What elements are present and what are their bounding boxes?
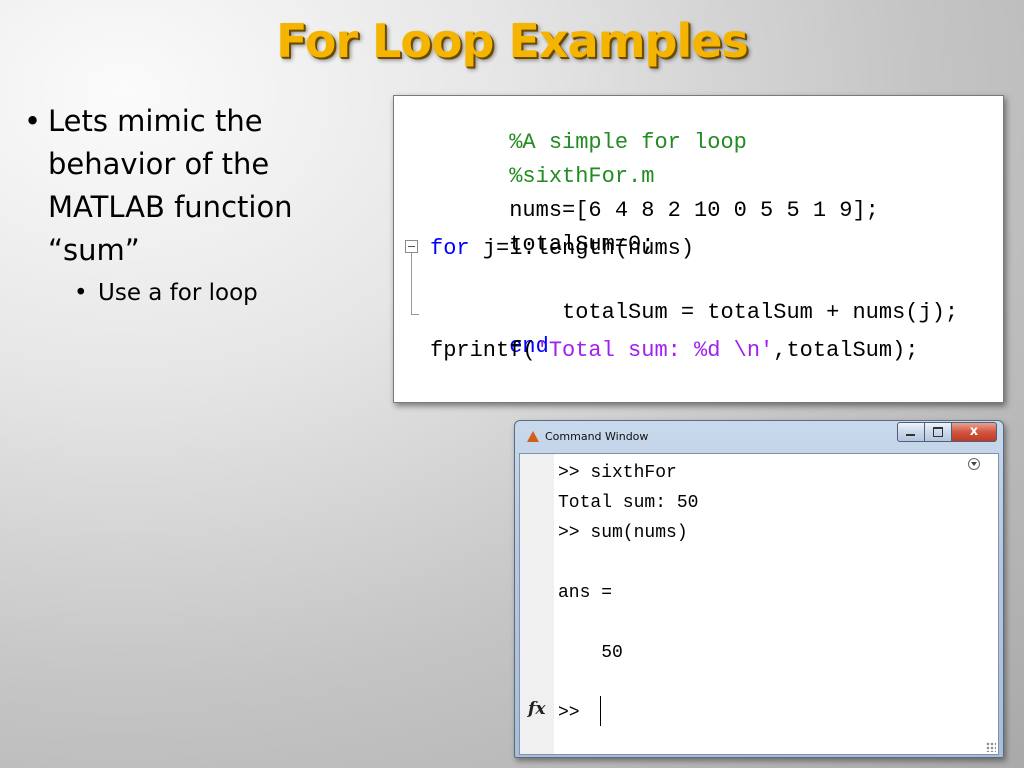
code-line: fprintf('Total sum: %d \n',totalSum);	[430, 336, 919, 366]
command-line: 50	[558, 643, 623, 663]
window-controls: x	[897, 422, 997, 442]
command-line: Total sum: 50	[558, 493, 699, 513]
code-text: ,totalSum);	[773, 338, 919, 363]
window-title: Command Window	[545, 430, 649, 443]
minimize-button[interactable]	[897, 422, 925, 442]
bullet-line: MATLAB function	[48, 190, 293, 224]
command-line: ans =	[558, 583, 613, 603]
fold-guide	[411, 253, 412, 315]
command-prompt[interactable]: >>	[558, 702, 590, 724]
command-line: >> sixthFor	[558, 463, 677, 483]
options-dropdown-icon[interactable]	[968, 458, 980, 470]
bullet-line: behavior of the	[48, 147, 270, 181]
fold-guide-end	[411, 314, 419, 315]
resize-grip-icon[interactable]	[986, 742, 996, 752]
matlab-logo-icon	[527, 431, 539, 442]
minimize-icon	[906, 434, 915, 436]
code-keyword: for	[430, 236, 470, 261]
function-browser-icon[interactable]: fx	[528, 699, 545, 719]
sub-bullet-item: • Use a for loop	[22, 276, 352, 310]
code-text: fprintf(	[430, 338, 536, 363]
maximize-button[interactable]	[924, 422, 952, 442]
command-window-titlebar[interactable]: Command Window x	[515, 421, 1003, 451]
bullet-item: • Lets mimic the behavior of the MATLAB …	[22, 100, 352, 272]
code-text: j=1:length(nums)	[469, 236, 695, 261]
bullet-dot-icon: •	[24, 104, 42, 138]
bullet-line: “sum”	[48, 233, 140, 267]
bullet-line: Lets mimic the	[48, 104, 263, 138]
code-editor-panel[interactable]: %A simple for loop %sixthFor.m nums=[6 4…	[393, 95, 1004, 403]
code-string: 'Total sum: %d \n'	[535, 338, 774, 363]
close-button[interactable]: x	[951, 422, 997, 442]
sub-bullet-text: Use a for loop	[98, 280, 258, 306]
command-line: >> sum(nums)	[558, 523, 688, 543]
text-cursor	[600, 696, 601, 726]
code-text: totalSum = totalSum + nums(j);	[509, 300, 959, 325]
close-icon: x	[969, 424, 979, 439]
command-window[interactable]: Command Window x >> sixthFor Total sum: …	[514, 420, 1004, 758]
code-line: for j=1:length(nums)	[430, 234, 694, 264]
maximize-icon	[933, 427, 943, 437]
bullet-dot-icon: •	[74, 280, 88, 306]
fold-toggle-icon[interactable]	[405, 240, 418, 253]
slide-title: For Loop Examples	[276, 14, 749, 68]
bullet-list: • Lets mimic the behavior of the MATLAB …	[22, 100, 352, 310]
command-window-output[interactable]: >> sixthFor Total sum: 50 >> sum(nums) a…	[519, 453, 999, 755]
